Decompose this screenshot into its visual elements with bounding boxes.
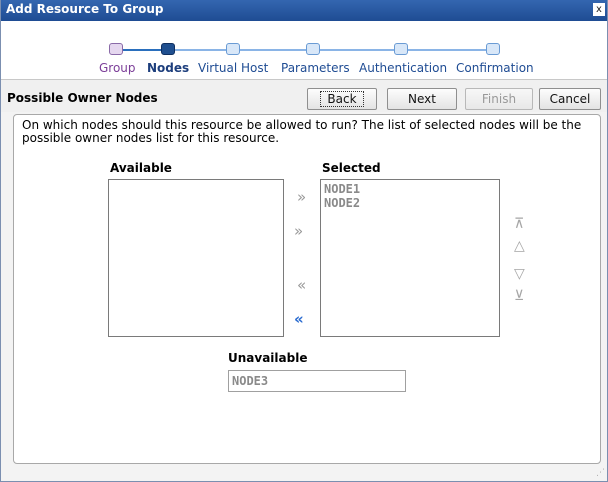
- step-parameters[interactable]: Parameters: [281, 61, 350, 75]
- title-bar: Add Resource To Group x: [1, 0, 607, 21]
- move-bottom-icon[interactable]: ⊻: [514, 289, 524, 303]
- step-nodes: Nodes: [147, 61, 190, 75]
- available-list[interactable]: [108, 179, 284, 337]
- dialog-window: Add Resource To Group x Group Nodes Virt…: [0, 0, 608, 482]
- back-button[interactable]: Back: [307, 88, 377, 110]
- cancel-button[interactable]: Cancel: [539, 88, 601, 110]
- page-title: Possible Owner Nodes: [7, 91, 158, 105]
- finish-button: Finish: [465, 88, 533, 110]
- step-group[interactable]: Group: [99, 61, 136, 75]
- move-all-right-icon[interactable]: »: [294, 223, 303, 239]
- step-node-parameters: [306, 43, 320, 55]
- step-confirmation[interactable]: Confirmation: [456, 61, 534, 75]
- step-node-group: [109, 43, 123, 55]
- unavailable-item-node3: NODE3: [232, 374, 269, 388]
- unavailable-label: Unavailable: [228, 351, 308, 365]
- content-panel: On which nodes should this resource be a…: [13, 114, 601, 464]
- move-left-icon[interactable]: «: [297, 277, 306, 293]
- instructions-text: On which nodes should this resource be a…: [22, 118, 582, 145]
- dialog-title: Add Resource To Group: [6, 2, 164, 16]
- selected-label: Selected: [322, 161, 381, 175]
- back-button-label: Back: [320, 91, 364, 107]
- page-header: Possible Owner Nodes Back Next Finish Ca…: [1, 80, 607, 112]
- wizard-progress: Group Nodes Virtual Host Parameters Auth…: [1, 21, 607, 80]
- next-button[interactable]: Next: [387, 88, 457, 110]
- close-icon[interactable]: x: [593, 3, 605, 16]
- move-down-icon[interactable]: ▽: [514, 267, 525, 281]
- step-authentication[interactable]: Authentication: [359, 61, 447, 75]
- selected-list[interactable]: NODE1 NODE2: [320, 179, 500, 337]
- step-node-virtual-host: [226, 43, 240, 55]
- unavailable-list: NODE3: [228, 370, 406, 392]
- resize-grip-icon[interactable]: ⋰: [595, 469, 605, 479]
- selected-item-node2[interactable]: NODE2: [321, 196, 499, 210]
- move-right-icon[interactable]: »: [297, 189, 306, 205]
- step-node-confirmation: [486, 43, 500, 55]
- progress-line-todo: [173, 49, 491, 51]
- move-top-icon[interactable]: ⊼: [514, 217, 524, 231]
- move-up-icon[interactable]: △: [514, 239, 525, 253]
- step-node-authentication: [394, 43, 408, 55]
- available-label: Available: [110, 161, 172, 175]
- step-node-nodes: [161, 43, 175, 55]
- step-virtual-host[interactable]: Virtual Host: [198, 61, 268, 75]
- move-all-left-icon[interactable]: «: [294, 311, 304, 327]
- selected-item-node1[interactable]: NODE1: [321, 182, 499, 196]
